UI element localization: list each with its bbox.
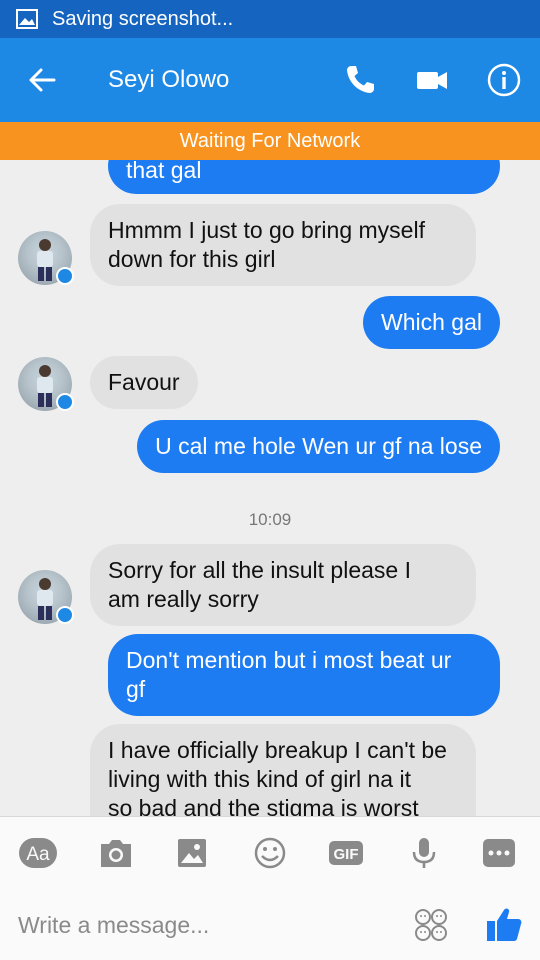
text-format-icon[interactable]: Aa: [18, 835, 58, 871]
phone-icon[interactable]: [342, 62, 378, 98]
messenger-badge-icon: [56, 393, 74, 411]
message-text: Favour: [108, 369, 180, 395]
incoming-message[interactable]: Hmmm I just to go bring myself down for …: [90, 204, 476, 286]
app-bar: Seyi Olowo: [0, 38, 540, 122]
gallery-icon[interactable]: [172, 835, 212, 871]
avatar[interactable]: [18, 231, 74, 285]
aa-label: Aa: [26, 844, 50, 865]
image-icon: [16, 9, 38, 29]
message-text: Which gal: [381, 309, 482, 335]
network-status-banner: Waiting For Network: [0, 122, 540, 160]
status-bar: Saving screenshot...: [0, 0, 540, 38]
sticker-icon[interactable]: [414, 908, 448, 942]
message-text: living with this kind of girl na it: [108, 766, 411, 792]
info-icon[interactable]: [486, 62, 522, 98]
outgoing-message[interactable]: that gal: [108, 160, 500, 194]
contact-name[interactable]: Seyi Olowo: [108, 64, 229, 96]
incoming-message[interactable]: I have officially breakup I can't be liv…: [90, 724, 476, 816]
message-text: I have officially breakup I can't be: [108, 737, 447, 763]
messenger-badge-icon: [56, 606, 74, 624]
messenger-badge-icon: [56, 267, 74, 285]
gif-label: GIF: [334, 846, 359, 863]
emoji-icon[interactable]: [250, 835, 290, 871]
message-text: that gal: [126, 160, 202, 183]
outgoing-message[interactable]: Don't mention but i most beat ur gf: [108, 634, 500, 716]
more-options-icon[interactable]: [480, 835, 520, 871]
incoming-message[interactable]: Sorry for all the insult please I am rea…: [90, 544, 476, 626]
message-text: so bad and the stigma is worst: [108, 795, 419, 816]
microphone-icon[interactable]: [404, 835, 444, 871]
avatar[interactable]: [18, 357, 74, 411]
outgoing-message[interactable]: U cal me hole Wen ur gf na lose: [137, 420, 500, 473]
message-input[interactable]: [18, 906, 398, 944]
message-text: down for this girl: [108, 246, 276, 272]
message-text: gf: [126, 676, 146, 702]
avatar[interactable]: [18, 570, 74, 624]
message-timestamp: 10:09: [248, 510, 292, 529]
message-text: am really sorry: [108, 586, 259, 612]
message-thread[interactable]: that gal Hmmm I just to go bring myself …: [0, 160, 540, 816]
incoming-message[interactable]: Favour: [90, 356, 198, 409]
camera-icon[interactable]: [96, 835, 136, 871]
video-camera-icon[interactable]: [414, 62, 450, 98]
message-text: Don't mention but i most beat ur: [126, 647, 452, 673]
back-arrow-icon[interactable]: [26, 64, 58, 96]
thumbs-up-icon[interactable]: [484, 904, 524, 944]
message-text: Hmmm I just to go bring myself: [108, 217, 425, 243]
compose-bar: [0, 888, 540, 960]
status-text: Saving screenshot...: [52, 7, 234, 30]
gif-icon[interactable]: GIF: [326, 835, 366, 871]
composer-toolbar: Aa GIF: [0, 816, 540, 888]
message-text: Sorry for all the insult please I: [108, 557, 411, 583]
outgoing-message[interactable]: Which gal: [363, 296, 500, 349]
message-text: U cal me hole Wen ur gf na lose: [155, 433, 482, 459]
